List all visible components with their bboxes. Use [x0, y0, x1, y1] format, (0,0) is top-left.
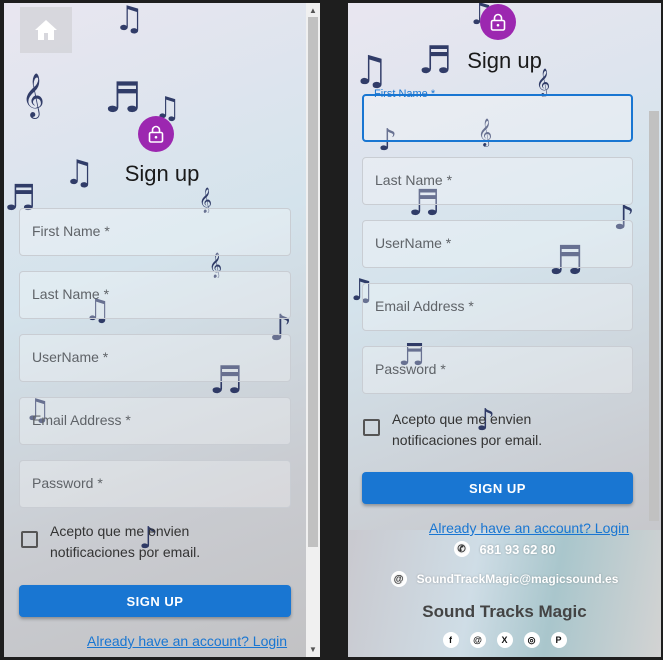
last-name-label: Last Name *: [375, 172, 453, 188]
footer-email-text: SoundTrackMagic@magicsound.es: [416, 572, 619, 586]
password-field[interactable]: Password *: [362, 346, 633, 394]
email-field[interactable]: Email Address *: [362, 283, 633, 331]
username-field[interactable]: UserName *: [19, 334, 291, 382]
login-link[interactable]: Already have an account? Login: [429, 520, 629, 536]
notifications-checkbox-label: Acepto que me envien notificaciones por …: [50, 523, 201, 560]
password-field[interactable]: Password *: [19, 460, 291, 508]
sign-up-button[interactable]: SIGN UP: [19, 585, 291, 617]
threads-icon[interactable]: @: [469, 632, 486, 648]
page-title: Sign up: [467, 48, 542, 73]
footer-phone: ✆ 681 93 62 80: [348, 541, 661, 557]
home-button[interactable]: [20, 7, 72, 53]
last-name-field[interactable]: Last Name *: [19, 271, 291, 319]
email-label: Email Address *: [32, 412, 131, 428]
last-name-field[interactable]: Last Name *: [362, 157, 633, 205]
footer-email: @ SoundTrackMagic@magicsound.es: [348, 571, 661, 587]
username-field[interactable]: UserName *: [362, 220, 633, 268]
scrollbar-thumb[interactable]: [649, 111, 659, 521]
page-title: Sign up: [124, 161, 200, 186]
footer: ✆ 681 93 62 80 @ SoundTrackMagic@magicso…: [348, 530, 661, 657]
x-icon[interactable]: X: [496, 632, 513, 648]
footer-phone-text: 681 93 62 80: [479, 541, 556, 557]
password-label: Password *: [375, 361, 446, 377]
instagram-icon[interactable]: ◎: [523, 632, 540, 648]
social-links: f @ X ◎ P: [348, 632, 661, 648]
sign-up-button[interactable]: SIGN UP: [362, 472, 633, 504]
pinterest-icon[interactable]: P: [550, 632, 567, 648]
email-field[interactable]: Email Address *: [19, 397, 291, 445]
signup-screen-left: ♫ 𝄞 ♬ ♫ ♫ ♬ 𝄞 𝄞 ♫ ♪ ♬ ♫ ♪ Sign up First …: [4, 3, 320, 657]
phone-icon: ✆: [453, 541, 470, 557]
username-label: UserName *: [32, 349, 109, 365]
lock-avatar: [138, 116, 174, 152]
music-note-icon: ♫: [114, 3, 145, 39]
facebook-icon[interactable]: f: [442, 632, 459, 648]
lock-icon: [148, 125, 164, 143]
username-label: UserName *: [375, 235, 452, 251]
scrollbar[interactable]: [647, 3, 661, 530]
signup-screen-right: ♫ ♬ ♫ 𝄞 ♪ 𝄞 ♬ ♪ ♬ ♫ ♬ ♪ Sign up First Na…: [348, 3, 661, 657]
email-label: Email Address *: [375, 298, 474, 314]
first-name-field[interactable]: First Name *: [362, 88, 633, 142]
notifications-checkbox[interactable]: [21, 531, 38, 548]
first-name-label: First Name *: [374, 88, 436, 100]
notifications-checkbox-label: Acepto que me envien notificaciones por …: [392, 411, 543, 448]
last-name-label: Last Name *: [32, 286, 110, 302]
footer-brand: Sound Tracks Magic: [422, 602, 587, 621]
home-icon: [35, 20, 57, 40]
first-name-field[interactable]: First Name *: [19, 208, 291, 256]
scrollbar-thumb[interactable]: [308, 17, 318, 547]
first-name-label: First Name *: [32, 223, 110, 239]
scrollbar[interactable]: ▲ ▼: [306, 3, 320, 657]
email-icon: @: [390, 571, 407, 587]
scroll-down-icon[interactable]: ▼: [309, 645, 317, 654]
notifications-consent[interactable]: Acepto que me envien notificaciones por …: [363, 409, 567, 451]
lock-avatar: [480, 4, 516, 40]
treble-clef-icon: 𝄞: [22, 73, 45, 117]
lock-icon: [490, 13, 506, 31]
music-note-icon: ♬: [104, 73, 142, 122]
password-label: Password *: [32, 475, 103, 491]
notifications-checkbox[interactable]: [363, 419, 380, 436]
scroll-up-icon[interactable]: ▲: [309, 6, 317, 15]
notifications-consent[interactable]: Acepto que me envien notificaciones por …: [21, 521, 225, 563]
login-link[interactable]: Already have an account? Login: [87, 633, 287, 649]
